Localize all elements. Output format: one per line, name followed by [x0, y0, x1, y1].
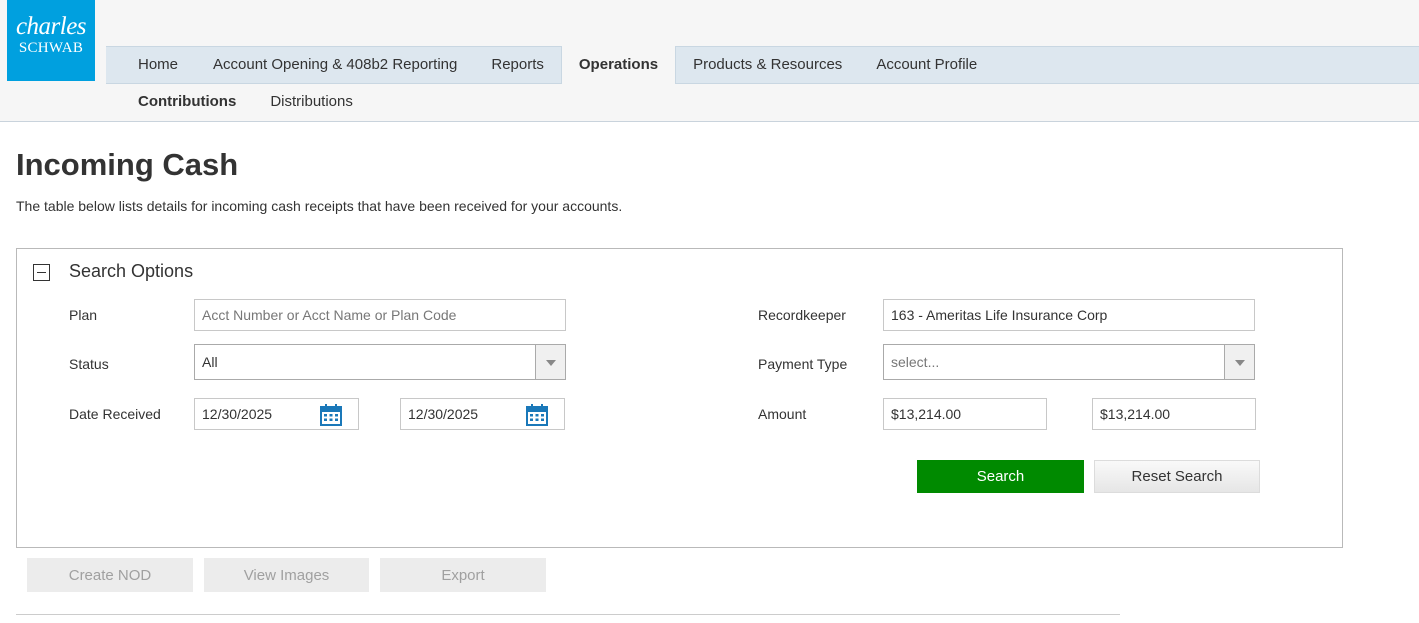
nav-account-profile[interactable]: Account Profile: [859, 47, 994, 83]
date-received-label: Date Received: [69, 406, 161, 422]
payment-type-select[interactable]: select...: [883, 344, 1255, 380]
status-label: Status: [69, 356, 109, 372]
recordkeeper-label: Recordkeeper: [758, 307, 846, 323]
nav-operations[interactable]: Operations: [560, 46, 677, 84]
date-from-value: 12/30/2025: [202, 406, 273, 422]
subnav-contributions[interactable]: Contributions: [106, 84, 253, 121]
page-title: Incoming Cash: [16, 147, 239, 182]
main-nav: Home Account Opening & 408b2 Reporting R…: [106, 46, 1419, 84]
status-select[interactable]: All: [194, 344, 566, 380]
nav-home[interactable]: Home: [106, 47, 196, 83]
page-description: The table below lists details for incomi…: [16, 198, 623, 214]
payment-type-label: Payment Type: [758, 356, 848, 372]
amount-label: Amount: [758, 406, 807, 422]
amount-to-input[interactable]: [1092, 398, 1256, 430]
amount-from-input[interactable]: [883, 398, 1047, 430]
chevron-down-icon[interactable]: [1224, 345, 1254, 379]
view-images-button[interactable]: View Images: [204, 558, 369, 592]
search-options-title: Search Options: [69, 261, 194, 281]
search-options-panel: Search Options Plan Status All Date Rece…: [16, 248, 1343, 548]
plan-input[interactable]: [194, 299, 566, 331]
logo-line-1: charles: [15, 13, 87, 40]
date-received-to-input[interactable]: 12/30/2025: [400, 398, 565, 430]
chevron-down-icon[interactable]: [535, 345, 565, 379]
subnav-distributions[interactable]: Distributions: [253, 84, 370, 121]
payment-type-placeholder: select...: [891, 354, 940, 370]
date-received-from-input[interactable]: 12/30/2025: [194, 398, 359, 430]
calendar-icon[interactable]: [320, 404, 342, 426]
nav-account-opening[interactable]: Account Opening & 408b2 Reporting: [196, 47, 474, 83]
bottom-divider: [16, 614, 1120, 615]
collapse-minus-icon[interactable]: [33, 264, 50, 281]
status-select-value: All: [202, 354, 218, 370]
calendar-icon[interactable]: [526, 404, 548, 426]
search-button[interactable]: Search: [917, 460, 1084, 493]
export-button[interactable]: Export: [380, 558, 546, 592]
logo-line-2: SCHWAB: [18, 40, 84, 56]
nav-products-resources[interactable]: Products & Resources: [676, 47, 859, 83]
nav-reports[interactable]: Reports: [474, 47, 561, 83]
recordkeeper-input[interactable]: [883, 299, 1255, 331]
date-to-value: 12/30/2025: [408, 406, 479, 422]
charles-schwab-logo[interactable]: charles SCHWAB: [7, 0, 95, 81]
reset-search-button[interactable]: Reset Search: [1094, 460, 1260, 493]
plan-label: Plan: [69, 307, 98, 323]
header-band: charles SCHWAB Home Account Opening & 40…: [0, 0, 1419, 122]
create-nod-button[interactable]: Create NOD: [27, 558, 193, 592]
sub-nav: Contributions Distributions: [106, 84, 370, 121]
